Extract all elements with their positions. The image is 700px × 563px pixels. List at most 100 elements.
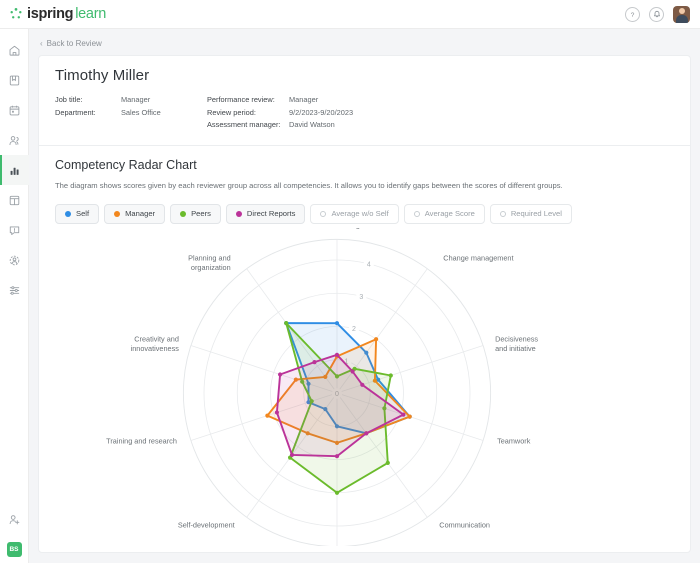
breadcrumb[interactable]: ‹ Back to Review <box>40 39 691 48</box>
radar-data-point[interactable] <box>274 409 279 415</box>
user-initials-badge[interactable]: BS <box>6 542 22 557</box>
sidebar-item-reports[interactable] <box>0 155 29 185</box>
add-user-icon <box>8 513 21 526</box>
radar-data-point[interactable] <box>407 414 412 419</box>
svg-text:Communication: Communication <box>439 520 490 529</box>
review-card: Timothy Miller Job title: Department: Ma… <box>38 55 691 553</box>
radar-data-point[interactable] <box>388 372 393 378</box>
avatar[interactable] <box>673 5 690 23</box>
radar-data-point[interactable] <box>385 460 390 465</box>
field-label: Department: <box>55 107 96 117</box>
users-icon <box>8 134 21 147</box>
legend-label: Direct Reports <box>246 209 296 218</box>
radar-data-point[interactable] <box>284 320 289 325</box>
radar-data-point[interactable] <box>360 382 365 387</box>
legend-label: Manager <box>125 209 156 218</box>
sidebar-item-settings[interactable] <box>0 275 29 305</box>
radar-axis-label: Communication <box>439 520 490 529</box>
radar-axis-label: Teamwork <box>497 436 531 445</box>
svg-text:3: 3 <box>359 293 363 300</box>
field-value: Manager <box>121 95 151 104</box>
field-label: Job title: <box>55 95 83 104</box>
svg-text:Self-development: Self-development <box>178 520 235 529</box>
field-label: Review period: <box>207 107 256 117</box>
radar-axis-label: Training and research <box>106 436 177 445</box>
legend-color-dot <box>65 210 71 217</box>
chart-legend: Self Manager Peers Direct Reports Average w/… <box>55 203 674 224</box>
svg-text:4: 4 <box>367 261 371 268</box>
radar-data-point[interactable] <box>374 336 379 341</box>
legend-chip-manager[interactable]: Manager <box>104 203 166 224</box>
legend-chip-peers[interactable]: Peers <box>170 203 221 224</box>
radar-data-point[interactable] <box>334 320 340 325</box>
legend-label: Self <box>76 209 90 218</box>
sliders-icon <box>8 284 21 297</box>
svg-text:?: ? <box>631 11 635 18</box>
breadcrumb-label: Back to Review <box>46 39 102 48</box>
chart-description: The diagram shows scores given by each r… <box>55 180 563 190</box>
radar-data-point[interactable] <box>334 352 340 357</box>
svg-text:Training and research: Training and research <box>106 436 177 445</box>
svg-text:2: 2 <box>352 326 356 333</box>
radar-data-point[interactable] <box>289 452 295 457</box>
sidebar-item-calendar[interactable] <box>0 95 29 125</box>
legend-chip-average-w-o-self[interactable]: Average w/o Self <box>310 203 399 224</box>
radar-tick-label: 2 <box>348 322 360 334</box>
field-label: Performance review: <box>207 95 275 104</box>
legend-color-dot <box>235 210 242 217</box>
sidebar-item-content[interactable] <box>0 185 29 215</box>
sidebar-item-performance[interactable] <box>0 245 29 275</box>
radar-chart: 01234Performance managementChange manage… <box>55 228 674 546</box>
info-values-right: Manager 9/2/2023-9/20/2023 David Watson <box>289 94 353 132</box>
field-label: Assessment manager: <box>207 120 281 129</box>
employee-info-grid: Job title: Department: Manager Sales Off… <box>55 94 674 132</box>
radar-data-point[interactable] <box>334 453 340 458</box>
radar-data-point[interactable] <box>265 413 270 418</box>
legend-color-dot <box>499 210 506 217</box>
radar-axis-label: Change management <box>443 253 513 262</box>
legend-chip-direct-reports[interactable]: Direct Reports <box>225 203 306 224</box>
legend-label: Peers <box>191 209 211 218</box>
legend-color-dot <box>114 210 121 217</box>
home-icon <box>8 44 21 57</box>
radar-data-point[interactable] <box>334 490 340 495</box>
info-labels-right: Performance review: Review period: Asses… <box>207 94 289 132</box>
sidebar-item-messages[interactable] <box>0 215 29 245</box>
top-bar: ispring learn ? <box>0 0 700 29</box>
help-icon[interactable]: ? <box>625 6 640 22</box>
info-values-left: Manager Sales Office <box>121 94 161 132</box>
chart-section: Competency Radar Chart The diagram shows… <box>39 146 690 552</box>
bar-chart-icon <box>8 164 21 177</box>
legend-label: Average Score <box>424 209 475 218</box>
sidebar-item-home[interactable] <box>0 35 29 65</box>
app-window: ispring learn ? BS ‹ Back to Review Timo… <box>0 0 700 563</box>
sidebar-item-users[interactable] <box>0 125 29 155</box>
bell-icon[interactable] <box>649 6 664 22</box>
radar-axis-label: Decisivenessand initiative <box>495 334 538 353</box>
radar-data-point[interactable] <box>278 371 283 377</box>
radar-data-point[interactable] <box>364 430 369 435</box>
chevron-left-icon: ‹ <box>40 39 43 48</box>
legend-chip-required-level[interactable]: Required Level <box>489 203 572 224</box>
body-wrapper: BS ‹ Back to Review Timothy Miller Job t… <box>0 29 700 563</box>
svg-text:Planning and: Planning and <box>188 253 231 262</box>
radar-data-point[interactable] <box>312 359 317 364</box>
legend-chip-self[interactable]: Self <box>55 203 100 224</box>
svg-text:Performance management: Performance management <box>294 228 380 229</box>
employee-info-right: Performance review: Review period: Asses… <box>207 94 353 132</box>
svg-text:and initiative: and initiative <box>495 344 536 353</box>
svg-text:Creativity and: Creativity and <box>134 334 179 343</box>
calendar-icon <box>8 104 21 117</box>
radar-data-point[interactable] <box>401 412 406 417</box>
sidebar-item-courses[interactable] <box>0 65 29 95</box>
app-logo[interactable]: ispring learn <box>9 6 106 22</box>
radar-data-point[interactable] <box>350 368 355 374</box>
legend-chip-average-score[interactable]: Average Score <box>403 203 485 224</box>
employee-header: Timothy Miller Job title: Department: Ma… <box>39 56 690 145</box>
radar-tick-label: 3 <box>356 290 367 301</box>
chat-icon <box>8 224 21 237</box>
svg-text:innovativeness: innovativeness <box>131 344 180 353</box>
ispring-asterisk-logo <box>9 7 23 21</box>
svg-text:Change management: Change management <box>443 253 513 262</box>
sidebar-item-add-user[interactable] <box>0 504 29 534</box>
